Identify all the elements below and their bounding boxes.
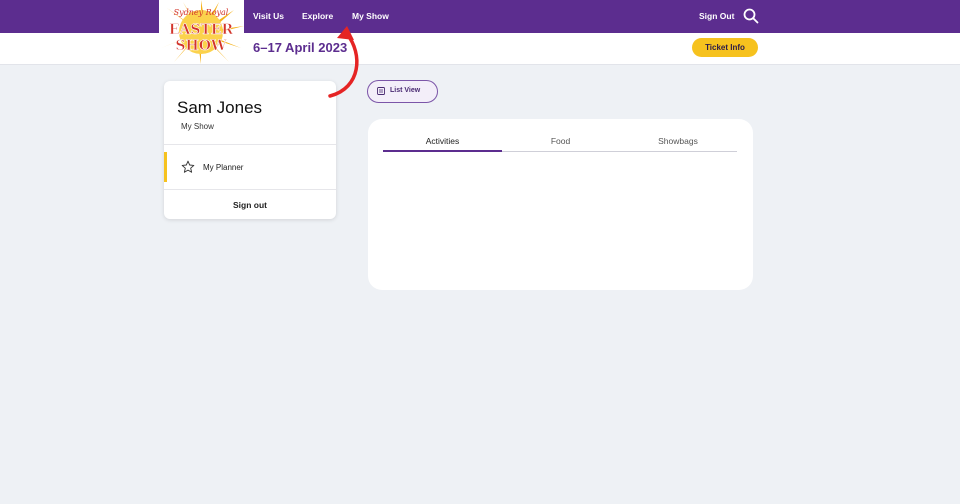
active-tab-indicator — [383, 150, 502, 152]
logo-line3: SHOW — [175, 38, 227, 54]
nav-explore[interactable]: Explore — [302, 11, 333, 21]
list-view-button[interactable]: List View — [367, 80, 438, 103]
annotation-arrow — [328, 26, 359, 98]
card-sign-out-button[interactable]: Sign out — [164, 200, 336, 210]
list-icon — [377, 87, 385, 95]
profile-subtitle: My Show — [181, 122, 214, 131]
tab-activities[interactable]: Activities — [383, 136, 502, 146]
search-icon[interactable] — [743, 8, 759, 24]
top-nav-bar: Visit Us Explore My Show Sign Out — [0, 0, 960, 33]
easter-show-logo[interactable]: Sydney Royal EASTER SHOW — [159, 0, 244, 64]
sub-header-bar — [0, 33, 960, 65]
star-icon — [181, 160, 195, 173]
sign-out-link[interactable]: Sign Out — [699, 11, 734, 21]
user-name: Sam Jones — [177, 98, 263, 117]
ticket-info-button[interactable]: Ticket Info — [692, 38, 758, 57]
divider — [164, 144, 336, 145]
tab-showbags[interactable]: Showbags — [619, 136, 737, 146]
divider — [164, 189, 336, 190]
logo-line1: Sydney Royal — [174, 8, 229, 17]
sunburst-logo-graphic: Sydney Royal EASTER SHOW — [159, 0, 244, 64]
tab-food[interactable]: Food — [502, 136, 619, 146]
list-view-label: List View — [390, 87, 421, 94]
my-planner-label: My Planner — [203, 163, 244, 172]
profile-card: Sam Jones My Show My Planner Sign out — [164, 81, 336, 219]
nav-my-show[interactable]: My Show — [352, 11, 389, 21]
active-indicator — [164, 152, 167, 182]
planner-content-card: Activities Food Showbags — [368, 119, 753, 290]
menu-item-my-planner[interactable]: My Planner — [164, 152, 336, 182]
nav-visit-us[interactable]: Visit Us — [253, 11, 284, 21]
logo-line2: EASTER — [169, 22, 234, 38]
